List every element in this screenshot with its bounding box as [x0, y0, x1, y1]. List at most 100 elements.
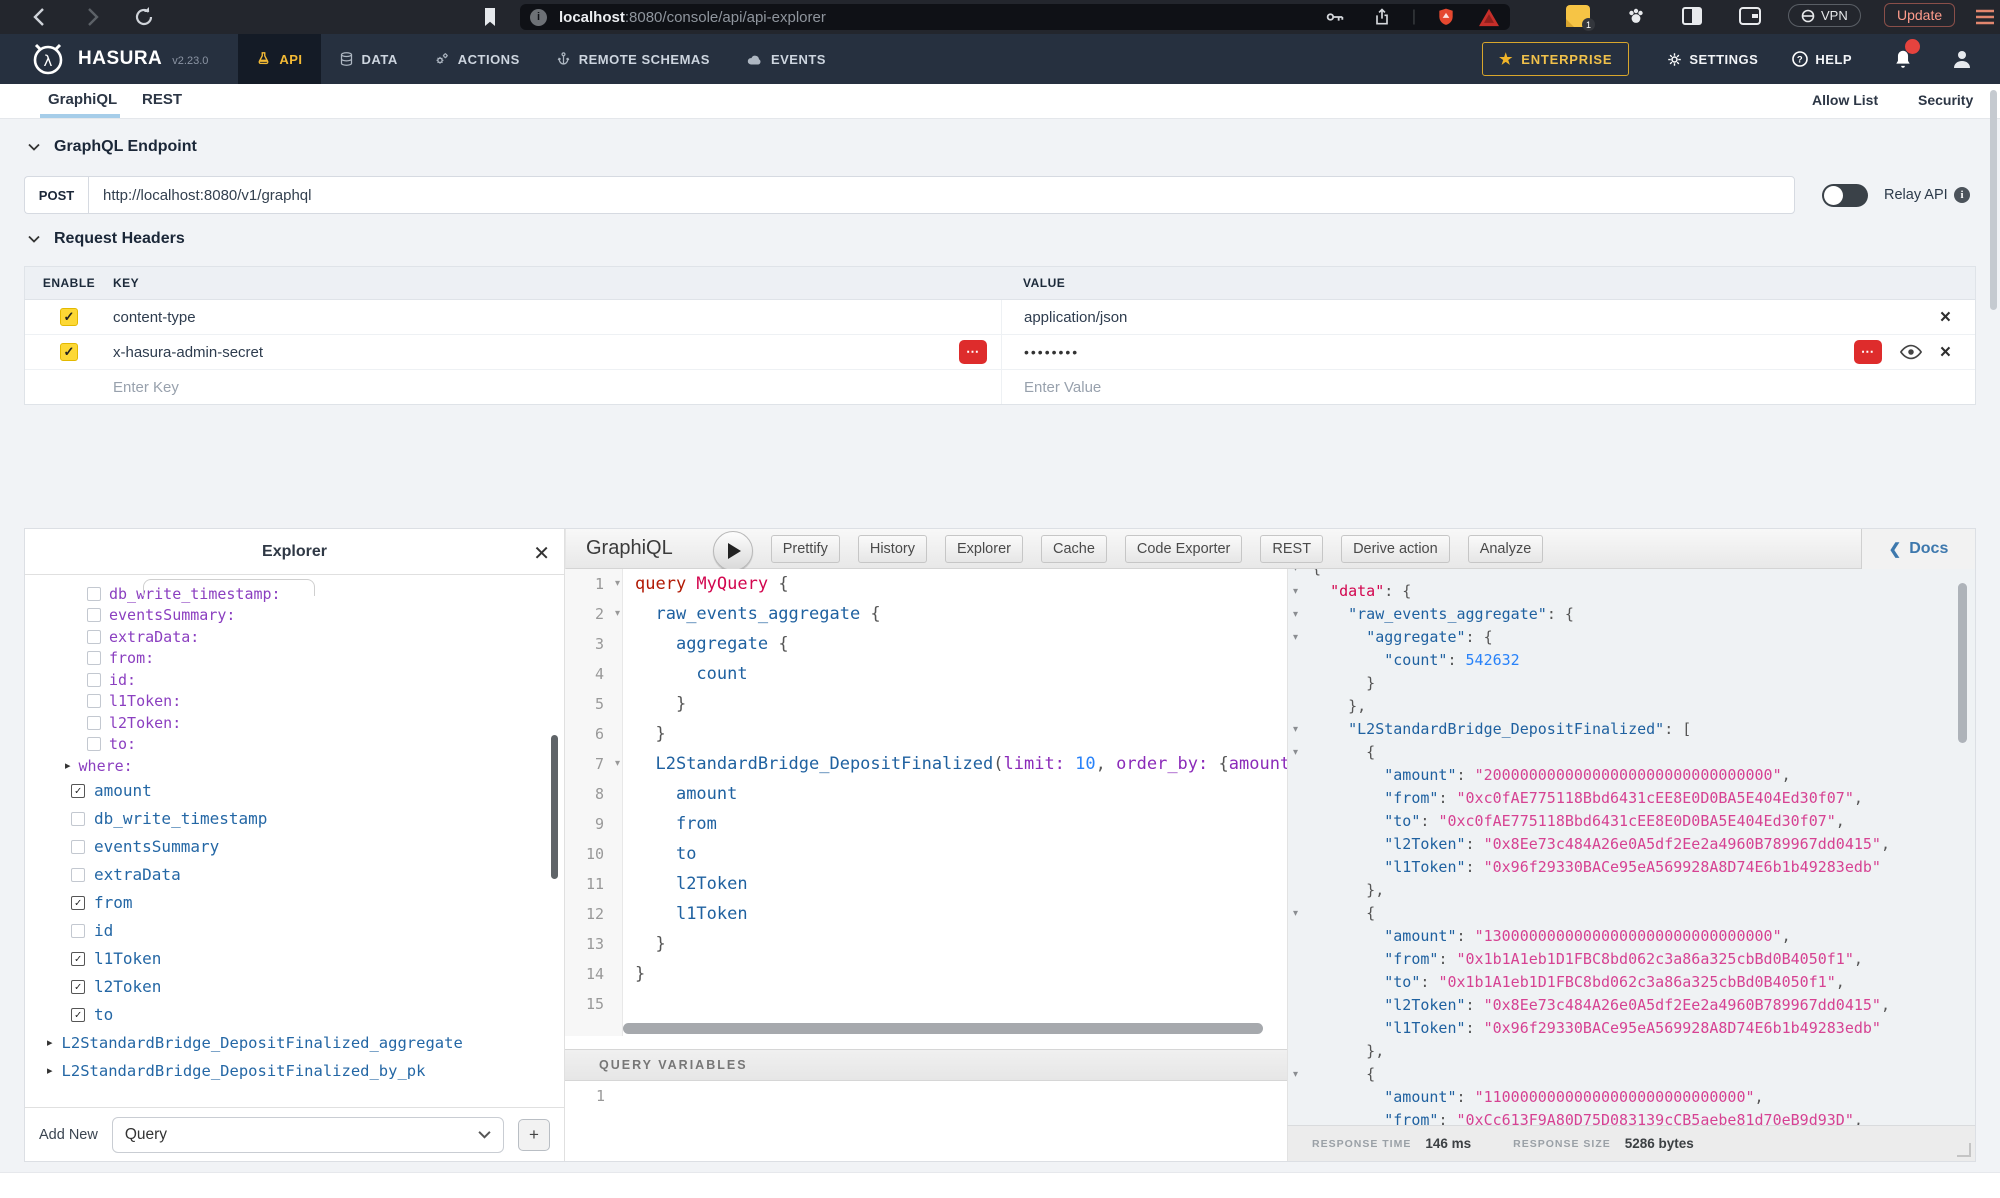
- field-row[interactable]: eventsSummary: [25, 833, 564, 861]
- forward-icon[interactable]: [80, 5, 104, 29]
- field-checkbox[interactable]: [87, 651, 101, 665]
- execute-query-button[interactable]: [713, 531, 753, 571]
- field-checkbox[interactable]: [71, 868, 85, 882]
- hasura-logo[interactable]: λ: [28, 39, 68, 79]
- header-value[interactable]: application/json: [1024, 309, 1127, 326]
- key-icon[interactable]: [1324, 6, 1346, 28]
- graphql-endpoint-section-header[interactable]: GraphQL Endpoint: [28, 138, 197, 156]
- field-row[interactable]: ✓l1Token: [25, 945, 564, 973]
- query-variables-editor[interactable]: 1: [565, 1081, 1287, 1161]
- argument-row[interactable]: id:: [25, 669, 564, 691]
- notes-extension-icon[interactable]: 1: [1566, 5, 1590, 27]
- user-menu[interactable]: [1950, 47, 1974, 71]
- fold-caret-icon[interactable]: ▾: [1293, 718, 1298, 741]
- tab-rest[interactable]: REST: [142, 91, 182, 108]
- add-new-select[interactable]: Query: [112, 1117, 504, 1153]
- header-enabled-checkbox[interactable]: ✓: [60, 343, 78, 361]
- enter-value-input[interactable]: Enter Value: [1024, 379, 1101, 396]
- explorer-button[interactable]: Explorer: [945, 535, 1023, 563]
- field-checkbox[interactable]: [87, 587, 101, 601]
- bookmark-icon[interactable]: [480, 6, 500, 28]
- split-view-icon[interactable]: [1682, 7, 1702, 25]
- fold-caret-icon[interactable]: ▾: [1293, 741, 1298, 764]
- header-key[interactable]: x-hasura-admin-secret: [113, 344, 263, 361]
- argument-row[interactable]: to:: [25, 734, 564, 756]
- update-button[interactable]: Update: [1884, 3, 1955, 27]
- fold-caret-icon[interactable]: ▾: [1293, 1063, 1298, 1086]
- vpn-button[interactable]: VPN: [1788, 4, 1861, 27]
- field-checkbox[interactable]: ✓: [71, 896, 85, 910]
- argument-row[interactable]: from:: [25, 648, 564, 670]
- eye-icon[interactable]: [1900, 344, 1922, 360]
- field-checkbox[interactable]: [87, 608, 101, 622]
- field-checkbox[interactable]: [87, 630, 101, 644]
- fold-caret-icon[interactable]: ▾: [1293, 626, 1298, 649]
- nav-tab-data[interactable]: DATA: [321, 34, 416, 84]
- field-checkbox[interactable]: [87, 673, 101, 687]
- menu-icon[interactable]: [1974, 8, 1996, 26]
- response-scrollbar[interactable]: [1958, 583, 1967, 743]
- argument-row[interactable]: eventsSummary:: [25, 605, 564, 627]
- help-button[interactable]: ? HELP: [1792, 51, 1852, 67]
- nav-tab-remote-schemas[interactable]: REMOTE SCHEMAS: [538, 34, 728, 84]
- field-checkbox[interactable]: [71, 924, 85, 938]
- field-checkbox[interactable]: ✓: [71, 1008, 85, 1022]
- settings-button[interactable]: SETTINGS: [1667, 52, 1758, 67]
- field-row[interactable]: db_write_timestamp: [25, 805, 564, 833]
- reload-icon[interactable]: [132, 5, 156, 29]
- header-enabled-checkbox[interactable]: ✓: [60, 308, 78, 326]
- add-query-button[interactable]: +: [518, 1119, 550, 1151]
- argument-row[interactable]: l2Token:: [25, 712, 564, 734]
- security-link[interactable]: Security: [1918, 92, 1973, 108]
- close-icon[interactable]: ✕: [533, 541, 550, 566]
- allow-list-link[interactable]: Allow List: [1812, 92, 1878, 108]
- field-row[interactable]: id: [25, 917, 564, 945]
- wallet-icon[interactable]: [1738, 6, 1762, 26]
- nav-tab-actions[interactable]: ACTIONS: [416, 34, 538, 84]
- address-bar[interactable]: i localhost:8080/console/api/api-explore…: [520, 4, 1510, 30]
- field-checkbox[interactable]: ✓: [71, 952, 85, 966]
- field-checkbox[interactable]: [87, 716, 101, 730]
- fold-caret-icon[interactable]: ▾: [615, 599, 620, 629]
- fold-caret-icon[interactable]: ▾: [615, 749, 620, 779]
- fold-caret-icon[interactable]: ▾: [1293, 902, 1298, 925]
- where-arg-row[interactable]: ▸ where:: [25, 755, 564, 777]
- code-exporter-button[interactable]: Code Exporter: [1125, 535, 1243, 563]
- shield-icon[interactable]: [1436, 6, 1456, 28]
- field-row[interactable]: ✓from: [25, 889, 564, 917]
- fold-caret-icon[interactable]: ▾: [1293, 569, 1298, 580]
- page-scrollbar[interactable]: [1990, 90, 1997, 310]
- field-checkbox[interactable]: [71, 840, 85, 854]
- password-manager-icon[interactable]: ⋯: [1854, 340, 1882, 364]
- site-info-icon[interactable]: i: [530, 9, 547, 26]
- field-checkbox[interactable]: ✓: [71, 980, 85, 994]
- extension-icon[interactable]: [1624, 4, 1648, 28]
- field-checkbox[interactable]: ✓: [71, 784, 85, 798]
- notifications-button[interactable]: [1892, 47, 1914, 71]
- info-icon[interactable]: i: [1954, 187, 1970, 203]
- fold-caret-icon[interactable]: ▾: [1293, 580, 1298, 603]
- query-code[interactable]: query MyQuery { raw_events_aggregate { a…: [623, 569, 1287, 1036]
- derive-action-button[interactable]: Derive action: [1341, 535, 1450, 563]
- relay-api-toggle[interactable]: [1822, 184, 1868, 207]
- nav-tab-api[interactable]: API: [238, 34, 320, 84]
- field-checkbox[interactable]: [87, 737, 101, 751]
- enter-key-input[interactable]: Enter Key: [113, 379, 179, 396]
- request-headers-section-header[interactable]: Request Headers: [28, 230, 185, 248]
- explorer-scrollbar[interactable]: [551, 735, 558, 879]
- field-row[interactable]: ✓to: [25, 1001, 564, 1029]
- field-row[interactable]: ✓amount: [25, 777, 564, 805]
- docs-button[interactable]: ❮ Docs: [1861, 529, 1975, 569]
- query-variables-header[interactable]: QUERY VARIABLES: [565, 1049, 1287, 1081]
- warning-icon[interactable]: [1478, 7, 1500, 27]
- type-row[interactable]: ▸L2StandardBridge_DepositFinalized_aggre…: [25, 1029, 564, 1057]
- prettify-button[interactable]: Prettify: [771, 535, 840, 563]
- header-value-masked[interactable]: ••••••••: [1024, 344, 1079, 360]
- password-manager-icon[interactable]: ⋯: [959, 340, 987, 364]
- resize-handle[interactable]: [1957, 1143, 1971, 1157]
- enterprise-button[interactable]: ★ ENTERPRISE: [1482, 42, 1629, 76]
- argument-row[interactable]: extraData:: [25, 626, 564, 648]
- query-editor[interactable]: 1▾2▾34567▾89101112131415 query MyQuery {…: [565, 569, 1287, 1036]
- close-icon[interactable]: ×: [1940, 343, 1951, 362]
- header-key[interactable]: content-type: [113, 309, 196, 326]
